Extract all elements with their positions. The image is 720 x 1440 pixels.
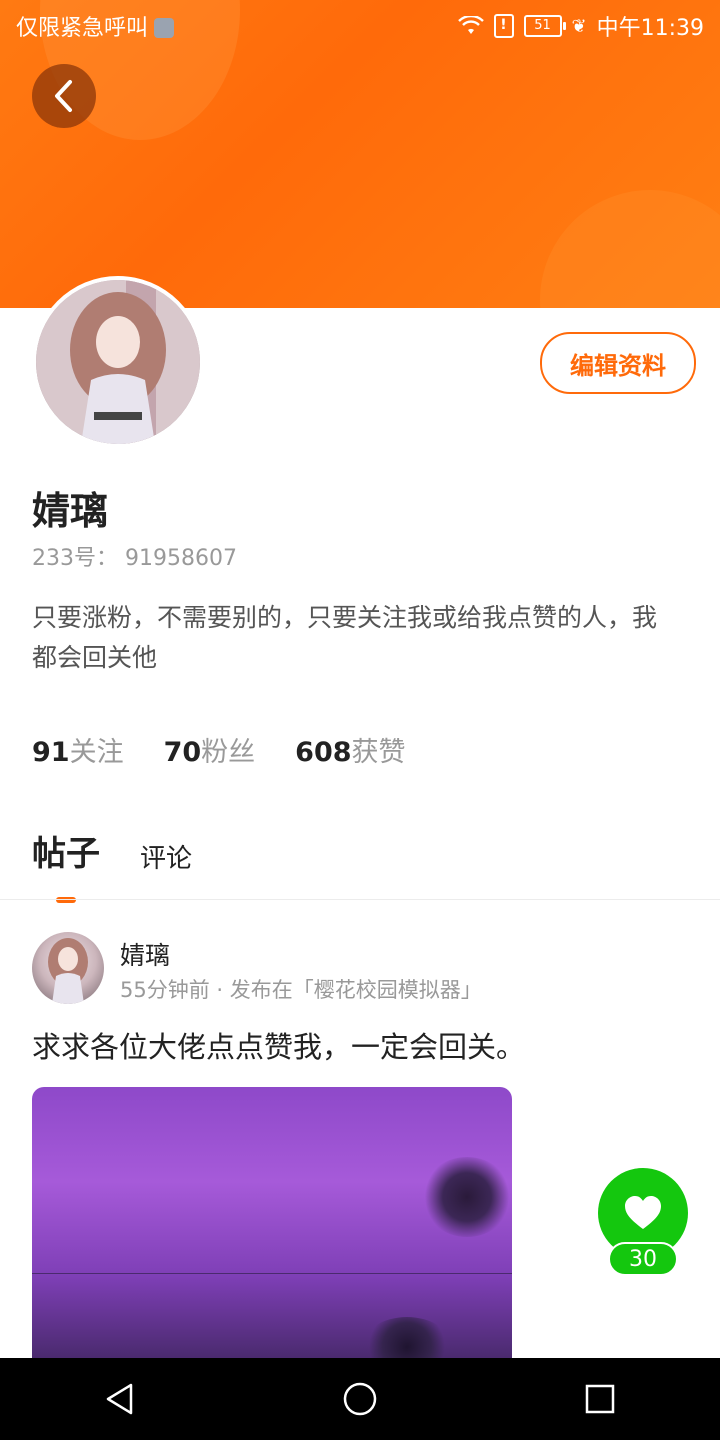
- post-author-avatar[interactable]: [32, 932, 104, 1004]
- avatar[interactable]: [32, 276, 204, 448]
- divider: [0, 899, 720, 900]
- image-divider: [32, 1273, 512, 1274]
- image-detail: [422, 1157, 512, 1237]
- nav-recents-button[interactable]: [560, 1369, 640, 1429]
- profile-stats: 91关注 70粉丝 608获赞: [32, 730, 406, 769]
- profile-tabs: 帖子 评论: [32, 826, 192, 903]
- stat-label: 粉丝: [201, 737, 256, 768]
- banner-decoration: [540, 190, 720, 308]
- stat-followers[interactable]: 70粉丝: [164, 730, 256, 769]
- clock: 中午11:39: [596, 16, 704, 41]
- profile-name: 婧璃: [32, 489, 109, 533]
- wifi-icon: [457, 16, 484, 34]
- post-text[interactable]: 求求各位大佬点点赞我，一定会回关。: [32, 1024, 525, 1066]
- nav-back-icon: [106, 1383, 133, 1415]
- nav-recents-icon: [585, 1384, 615, 1414]
- tab-posts[interactable]: 帖子: [32, 826, 100, 903]
- image-detail: [362, 1317, 452, 1358]
- stat-number: 608: [295, 737, 352, 768]
- shield-icon: [154, 18, 175, 38]
- like-count: 30: [608, 1242, 678, 1276]
- status-right: ! 51 ❦ 中午11:39: [457, 10, 704, 42]
- alert-icon: !: [493, 14, 514, 38]
- avatar-image: [36, 280, 200, 444]
- back-arrow-icon: [55, 80, 72, 112]
- post-author-name[interactable]: 婧璃: [120, 936, 170, 972]
- stat-likes[interactable]: 608获赞: [295, 730, 405, 769]
- leaf-icon: ❦: [571, 15, 587, 37]
- profile-bio: 只要涨粉，不需要别的，只要关注我或给我点赞的人，我都会回关他: [32, 603, 658, 672]
- system-nav-bar: [0, 1358, 720, 1440]
- tab-comments[interactable]: 评论: [140, 838, 192, 875]
- edit-profile-button[interactable]: 编辑资料: [540, 332, 696, 394]
- back-button[interactable]: [32, 64, 96, 128]
- nav-back-button[interactable]: [80, 1369, 160, 1429]
- stat-label: 获赞: [351, 737, 406, 768]
- carrier-text: 仅限紧急呼叫: [16, 16, 149, 41]
- battery-level: 51: [534, 18, 551, 33]
- nav-home-icon: [343, 1382, 377, 1416]
- status-bar: 仅限紧急呼叫 ! 51 ❦ 中午11:39: [0, 0, 720, 50]
- stat-number: 91: [32, 737, 70, 768]
- nav-home-button[interactable]: [320, 1369, 400, 1429]
- battery-icon: 51: [523, 15, 566, 37]
- stat-number: 70: [163, 737, 202, 768]
- user-id: 233号： 91958607: [32, 546, 237, 571]
- stat-label: 关注: [69, 737, 124, 768]
- heart-icon: [625, 1196, 661, 1229]
- post-image[interactable]: [32, 1087, 512, 1358]
- status-left: 仅限紧急呼叫: [16, 10, 175, 42]
- post-meta: 55分钟前 · 发布在「樱花校园模拟器」: [120, 978, 482, 1002]
- stat-following[interactable]: 91关注: [32, 730, 124, 769]
